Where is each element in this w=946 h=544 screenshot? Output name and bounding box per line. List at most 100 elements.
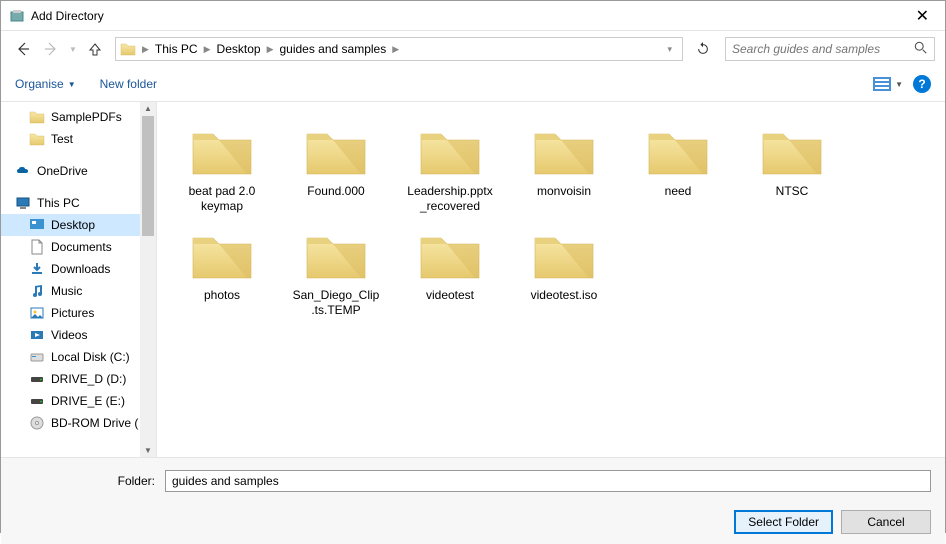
content-area[interactable]: beat pad 2.0 keymap Found.000 Leadership.p… bbox=[157, 102, 945, 457]
sidebar-item[interactable]: Local Disk (C:) bbox=[1, 346, 156, 368]
folder-icon bbox=[301, 224, 371, 284]
folder-name-label: monvoisin bbox=[537, 184, 591, 199]
sidebar-item[interactable]: Videos bbox=[1, 324, 156, 346]
nav-forward-button[interactable] bbox=[39, 37, 63, 61]
nav-up-button[interactable] bbox=[83, 37, 107, 61]
sidebar-item[interactable]: DRIVE_D (D:) bbox=[1, 368, 156, 390]
folder-icon bbox=[529, 224, 599, 284]
sidebar-item[interactable]: Music bbox=[1, 280, 156, 302]
sidebar-item[interactable]: This PC bbox=[1, 192, 156, 214]
sidebar-item[interactable]: SamplePDFs bbox=[1, 106, 156, 128]
folder-icon bbox=[643, 120, 713, 180]
sidebar-item[interactable]: Test bbox=[1, 128, 156, 150]
sidebar-scrollbar[interactable]: ▲ ▼ bbox=[140, 102, 156, 457]
sidebar-item[interactable]: Documents bbox=[1, 236, 156, 258]
app-icon bbox=[9, 8, 25, 24]
dropdown-icon: ▼ bbox=[895, 80, 903, 89]
breadcrumb-part[interactable]: guides and samples bbox=[275, 42, 390, 56]
chevron-right-icon[interactable]: ▶ bbox=[265, 44, 276, 55]
breadcrumb-folder-icon bbox=[120, 41, 136, 57]
folder-icon bbox=[187, 224, 257, 284]
organise-label: Organise bbox=[15, 77, 64, 91]
nav-back-button[interactable] bbox=[11, 37, 35, 61]
folder-item[interactable]: monvoisin bbox=[519, 120, 609, 214]
chevron-right-icon[interactable]: ▶ bbox=[202, 44, 213, 55]
folder-name-label: NTSC bbox=[776, 184, 809, 199]
breadcrumb-part[interactable]: This PC bbox=[151, 42, 202, 56]
help-button[interactable]: ? bbox=[913, 75, 931, 93]
documents-icon bbox=[29, 239, 45, 255]
folder-name-label: Leadership.pptx_recovered bbox=[405, 184, 495, 214]
folder-item[interactable]: videotest.iso bbox=[519, 224, 609, 318]
organise-menu[interactable]: Organise ▼ bbox=[15, 77, 76, 91]
scroll-thumb[interactable] bbox=[142, 116, 154, 236]
new-folder-label: New folder bbox=[100, 77, 157, 91]
folder-name-label: beat pad 2.0 keymap bbox=[177, 184, 267, 214]
sidebar-item[interactable]: DRIVE_E (E:) bbox=[1, 390, 156, 412]
sidebar-item[interactable]: Pictures bbox=[1, 302, 156, 324]
sidebar-item-label: DRIVE_D (D:) bbox=[51, 372, 126, 386]
refresh-button[interactable] bbox=[691, 37, 715, 61]
breadcrumb-part[interactable]: Desktop bbox=[213, 42, 265, 56]
folder-item[interactable]: beat pad 2.0 keymap bbox=[177, 120, 267, 214]
window-title: Add Directory bbox=[31, 9, 908, 23]
folder-icon bbox=[301, 120, 371, 180]
folder-icon bbox=[529, 120, 599, 180]
sidebar-item-label: OneDrive bbox=[37, 164, 88, 178]
search-input[interactable] bbox=[725, 37, 935, 61]
nav-recent-dropdown[interactable]: ▼ bbox=[67, 37, 79, 61]
drive-icon bbox=[29, 393, 45, 409]
scroll-down-icon[interactable]: ▼ bbox=[144, 446, 152, 455]
music-icon bbox=[29, 283, 45, 299]
folder-item[interactable]: Leadership.pptx_recovered bbox=[405, 120, 495, 214]
breadcrumb-dropdown-icon[interactable]: ▾ bbox=[661, 44, 678, 55]
folder-icon bbox=[29, 131, 45, 147]
folder-item[interactable]: videotest bbox=[405, 224, 495, 318]
videos-icon bbox=[29, 327, 45, 343]
select-folder-button[interactable]: Select Folder bbox=[734, 510, 833, 534]
folder-item[interactable]: Found.000 bbox=[291, 120, 381, 214]
folder-name-label: need bbox=[665, 184, 692, 199]
sidebar-item[interactable]: Downloads bbox=[1, 258, 156, 280]
search-icon[interactable] bbox=[914, 41, 928, 58]
new-folder-button[interactable]: New folder bbox=[100, 77, 157, 91]
sidebar-item-label: Music bbox=[51, 284, 82, 298]
sidebar-item-label: Documents bbox=[51, 240, 112, 254]
breadcrumb[interactable]: ▶ This PC ▶ Desktop ▶ guides and samples… bbox=[115, 37, 683, 61]
sidebar: SamplePDFs Test OneDrive This PC Desktop Docu… bbox=[1, 102, 157, 457]
close-button[interactable]: ✕ bbox=[908, 6, 937, 26]
sidebar-item-label: DRIVE_E (E:) bbox=[51, 394, 125, 408]
sidebar-item-label: Downloads bbox=[51, 262, 110, 276]
folder-name-label: videotest bbox=[426, 288, 474, 303]
folder-icon bbox=[187, 120, 257, 180]
folder-icon bbox=[29, 109, 45, 125]
sidebar-item[interactable]: Desktop bbox=[1, 214, 156, 236]
folder-item[interactable]: need bbox=[633, 120, 723, 214]
disk-icon bbox=[29, 349, 45, 365]
folder-item[interactable]: San_Diego_Clip.ts.TEMP bbox=[291, 224, 381, 318]
folder-item[interactable]: photos bbox=[177, 224, 267, 318]
sidebar-item-label: Pictures bbox=[51, 306, 94, 320]
view-icon bbox=[873, 77, 891, 91]
sidebar-item-label: Test bbox=[51, 132, 73, 146]
folder-icon bbox=[415, 224, 485, 284]
sidebar-item-label: SamplePDFs bbox=[51, 110, 122, 124]
chevron-right-icon[interactable]: ▶ bbox=[140, 44, 151, 55]
pictures-icon bbox=[29, 305, 45, 321]
cancel-button[interactable]: Cancel bbox=[841, 510, 931, 534]
sidebar-item[interactable]: OneDrive bbox=[1, 160, 156, 182]
sidebar-item[interactable]: BD-ROM Drive ( bbox=[1, 412, 156, 434]
drive-icon bbox=[29, 371, 45, 387]
sidebar-item-label: Local Disk (C:) bbox=[51, 350, 130, 364]
folder-name-input[interactable] bbox=[165, 470, 931, 492]
downloads-icon bbox=[29, 261, 45, 277]
sidebar-item-label: This PC bbox=[37, 196, 80, 210]
folder-item[interactable]: NTSC bbox=[747, 120, 837, 214]
folder-icon bbox=[415, 120, 485, 180]
search-field[interactable] bbox=[732, 42, 914, 56]
dropdown-icon: ▼ bbox=[68, 80, 76, 89]
chevron-right-icon[interactable]: ▶ bbox=[390, 44, 401, 55]
folder-name-label: videotest.iso bbox=[531, 288, 598, 303]
view-options-button[interactable]: ▼ bbox=[873, 77, 903, 91]
scroll-up-icon[interactable]: ▲ bbox=[144, 104, 152, 113]
